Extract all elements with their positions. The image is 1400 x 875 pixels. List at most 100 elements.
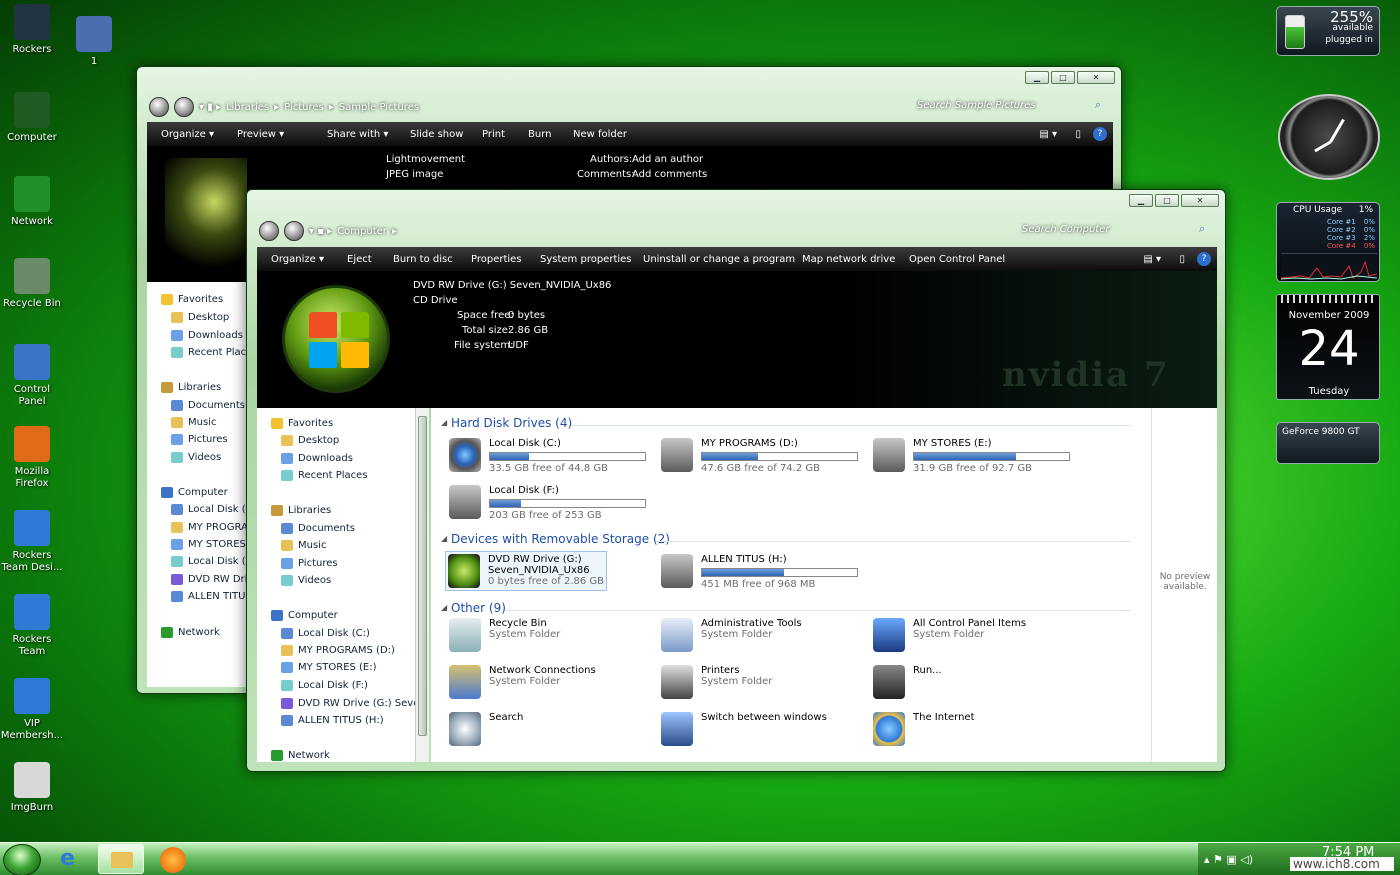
collapse-arrow-icon[interactable]: ◢ — [441, 534, 447, 543]
breadcrumb-computer[interactable]: Computer — [337, 226, 387, 237]
search-icon[interactable]: ⌕ — [1095, 98, 1101, 112]
desktop-icon-mozilla-firefox[interactable]: Mozilla Firefox — [0, 426, 64, 490]
nav-item-my-stores[interactable]: MY STORES ( — [171, 539, 247, 550]
search-icon[interactable]: ⌕ — [1199, 222, 1205, 236]
nav-item-network[interactable]: Network — [161, 627, 220, 638]
collapse-arrow-icon[interactable]: ◢ — [441, 418, 447, 427]
nav-item-local-disk-c[interactable]: Local Disk (C:) — [281, 628, 370, 639]
toolbar-map-network-drive[interactable]: Map network drive — [802, 254, 895, 265]
toolbar-organize[interactable]: Organize ▾ — [161, 129, 214, 140]
comments-value[interactable]: Add comments — [632, 169, 707, 180]
nav-scrollbar[interactable] — [415, 408, 429, 762]
drive-tile-local-disk-f[interactable]: Local Disk (F:) 203 GB free of 253 GB — [449, 485, 646, 521]
desktop-icon-vip-membersh[interactable]: VIP Membersh... — [0, 678, 64, 742]
authors-value[interactable]: Add an author — [632, 154, 703, 165]
nav-item-local-disk-c[interactable]: Local Disk (C: — [171, 504, 247, 515]
toolbar-properties[interactable]: Properties — [471, 254, 522, 265]
nav-item-computer[interactable]: Computer — [161, 487, 228, 498]
nav-item-pictures[interactable]: Pictures — [171, 434, 228, 445]
toolbar-open-control-panel[interactable]: Open Control Panel — [909, 254, 1005, 265]
desktop-icon-rockers-team-desi[interactable]: Rockers Team Desi... — [0, 510, 64, 574]
nav-item-dvd-rw-drive-g-seven-n[interactable]: DVD RW Drive (G:) Seven_N — [281, 698, 429, 709]
item-administrative-tools[interactable]: Administrative Tools System Folder — [661, 618, 802, 652]
nav-item-network[interactable]: Network — [271, 750, 330, 761]
maximize-button[interactable]: □ — [1155, 194, 1179, 207]
nav-item-my-programs-d[interactable]: MY PROGRAMS (D:) — [281, 645, 395, 656]
item-printers[interactable]: Printers System Folder — [661, 665, 772, 699]
back-button[interactable] — [259, 221, 279, 241]
help-icon[interactable]: ? — [1197, 252, 1211, 266]
nav-item-allen-titus-h[interactable]: ALLEN TITUS (H:) — [281, 715, 384, 726]
item-recycle-bin[interactable]: Recycle Bin System Folder — [449, 618, 560, 652]
maximize-button[interactable]: □ — [1051, 71, 1075, 84]
nav-item-recent-places[interactable]: Recent Places — [281, 470, 368, 481]
drive-tile-local-disk-c[interactable]: Local Disk (C:) 33.5 GB free of 44.8 GB — [449, 438, 646, 474]
nav-item-pictures[interactable]: Pictures — [281, 558, 338, 569]
drive-tile-my-programs-d[interactable]: MY PROGRAMS (D:) 47.6 GB free of 74.2 GB — [661, 438, 858, 474]
desktop-icon-1[interactable]: 1 — [62, 16, 126, 68]
forward-button[interactable] — [174, 97, 194, 117]
nav-item-local-disk-f[interactable]: Local Disk (F:) — [281, 680, 368, 691]
nav-item-allen-titus[interactable]: ALLEN TITUS — [171, 591, 247, 602]
nav-item-documents[interactable]: Documents — [171, 400, 245, 411]
search-input[interactable]: Search Sample Pictures — [917, 100, 1035, 111]
view-options-icon[interactable]: ▤ ▾ — [1143, 254, 1161, 265]
desktop-icon-control-panel[interactable]: Control Panel — [0, 344, 64, 408]
forward-button[interactable] — [284, 221, 304, 241]
nav-item-my-program[interactable]: MY PROGRAM — [171, 522, 247, 533]
nav-item-downloads[interactable]: Downloads — [281, 453, 353, 464]
nav-item-music[interactable]: Music — [171, 417, 216, 428]
scrollbar-thumb[interactable] — [418, 416, 427, 736]
close-button[interactable]: ✕ — [1181, 194, 1219, 207]
minimize-button[interactable]: ▁ — [1025, 71, 1049, 84]
minimize-button[interactable]: ▁ — [1129, 194, 1153, 207]
drive-tile-my-stores-e[interactable]: MY STORES (E:) 31.9 GB free of 92.7 GB — [873, 438, 1070, 474]
explorer-taskbar-button[interactable] — [98, 844, 144, 874]
item-the-internet[interactable]: The Internet — [873, 712, 974, 746]
item-search[interactable]: Search — [449, 712, 523, 746]
breadcrumb-sample-pictures[interactable]: Sample Pictures — [339, 102, 419, 113]
nav-item-music[interactable]: Music — [281, 540, 326, 551]
toolbar-share-with[interactable]: Share with ▾ — [327, 129, 388, 140]
desktop-icon-rockers[interactable]: Rockers — [0, 4, 64, 56]
nav-item-documents[interactable]: Documents — [281, 523, 355, 534]
desktop-icon-recycle-bin[interactable]: Recycle Bin — [0, 258, 64, 310]
toolbar-organize[interactable]: Organize ▾ — [271, 254, 324, 265]
desktop-icon-rockers-team[interactable]: Rockers Team — [0, 594, 64, 658]
nav-item-my-stores-e[interactable]: MY STORES (E:) — [281, 662, 377, 673]
nav-item-computer[interactable]: Computer — [271, 610, 338, 621]
breadcrumb-pictures[interactable]: Pictures — [284, 102, 324, 113]
toolbar-eject[interactable]: Eject — [347, 254, 372, 265]
group-header-other[interactable]: Other (9) — [451, 601, 506, 615]
toolbar-system-properties[interactable]: System properties — [540, 254, 632, 265]
internet-explorer-taskbar-button[interactable]: e — [52, 845, 92, 873]
nav-item-videos[interactable]: Videos — [281, 575, 331, 586]
group-header-hdd[interactable]: Hard Disk Drives (4) — [451, 416, 572, 430]
group-header-removable[interactable]: Devices with Removable Storage (2) — [451, 532, 670, 546]
tray-icons[interactable]: ▴ ⚑ ▣ ◁) — [1204, 853, 1253, 866]
item-all-control-panel-items[interactable]: All Control Panel Items System Folder — [873, 618, 1026, 652]
desktop-icon-network[interactable]: Network — [0, 176, 64, 228]
preview-pane-icon[interactable]: ▯ — [1179, 254, 1185, 265]
nav-item-recent-places[interactable]: Recent Places — [171, 347, 247, 358]
nav-item-favorites[interactable]: Favorites — [271, 418, 333, 429]
toolbar-preview[interactable]: Preview ▾ — [237, 129, 284, 140]
media-player-taskbar-button[interactable] — [160, 847, 186, 873]
nav-item-downloads[interactable]: Downloads — [171, 330, 243, 341]
collapse-arrow-icon[interactable]: ◢ — [441, 603, 447, 612]
back-button[interactable] — [149, 97, 169, 117]
view-options-icon[interactable]: ▤ ▾ — [1039, 129, 1057, 140]
breadcrumb-libraries[interactable]: Libraries — [226, 102, 269, 113]
nav-item-videos[interactable]: Videos — [171, 452, 221, 463]
explorer-window-computer[interactable]: ▁ □ ✕ ▾ ▪ ▸ Computer ▸ Search Computer ⌕ Or… — [246, 189, 1226, 772]
toolbar-uninstall-or-change-a-program[interactable]: Uninstall or change a program — [643, 254, 795, 265]
desktop-icon-imgburn[interactable]: ImgBurn — [0, 762, 64, 814]
drive-tile-dvd-g[interactable]: DVD RW Drive (G:) Seven_NVIDIA_Ux86 0 byte… — [445, 551, 608, 591]
nav-item-libraries[interactable]: Libraries — [161, 382, 221, 393]
desktop-icon-computer[interactable]: Computer — [0, 92, 64, 144]
toolbar-new-folder[interactable]: New folder — [573, 129, 627, 140]
item-switch-between-windows[interactable]: Switch between windows — [661, 712, 827, 746]
item-network-connections[interactable]: Network Connections System Folder — [449, 665, 596, 699]
start-button[interactable] — [3, 844, 41, 875]
drive-tile-allen-titus-h[interactable]: ALLEN TITUS (H:) 451 MB free of 968 MB — [661, 554, 858, 590]
